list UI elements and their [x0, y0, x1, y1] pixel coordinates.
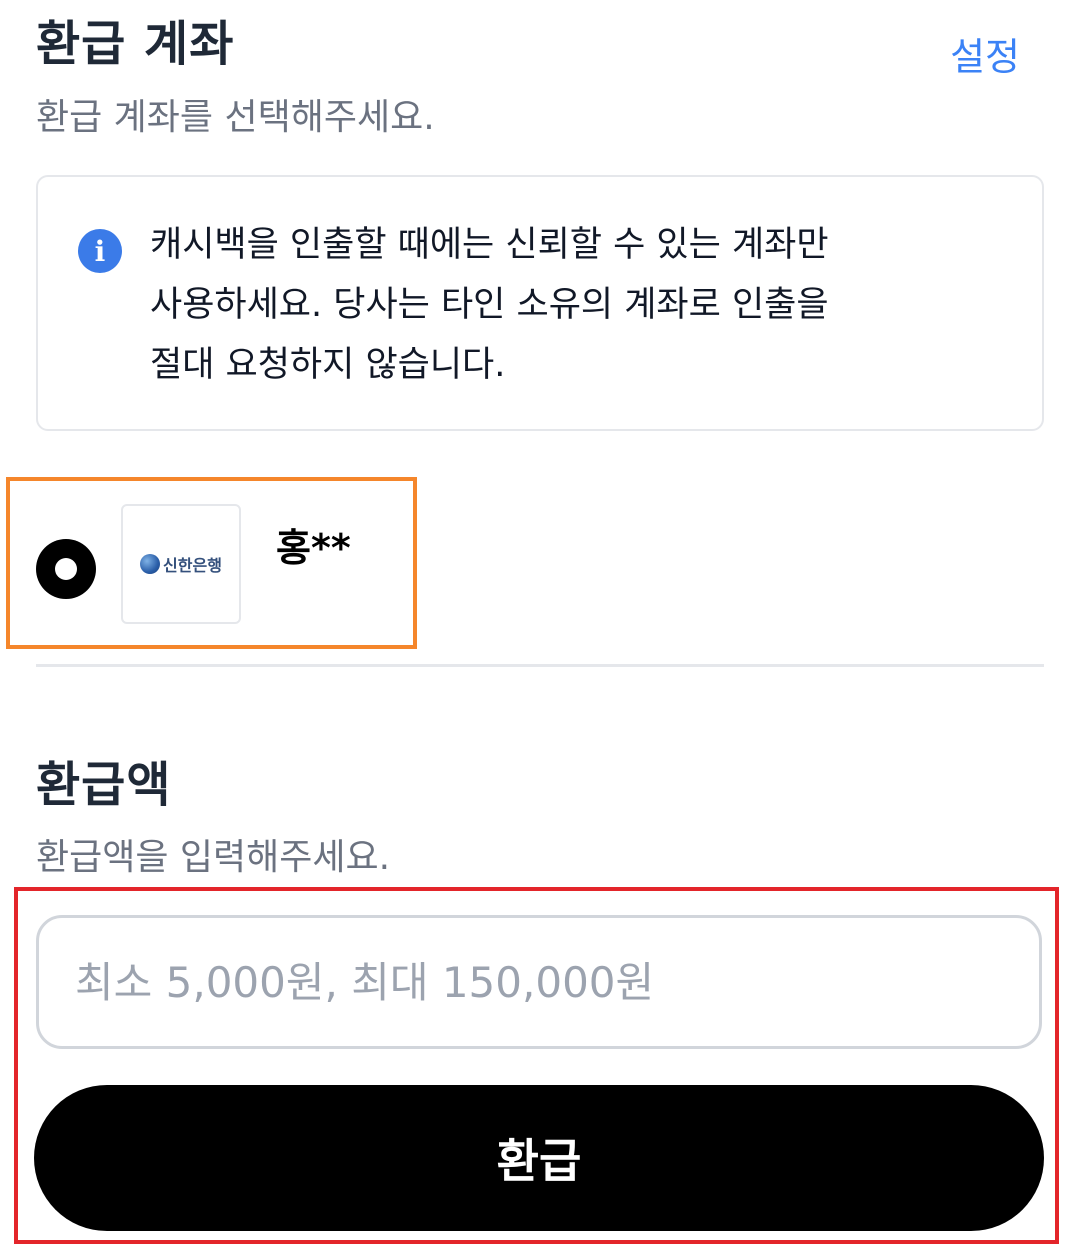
account-option-shinhan[interactable]: 신한은행 홍** [6, 477, 417, 649]
bank-name: 신한은행 [163, 556, 222, 575]
refund-amount-input[interactable] [36, 915, 1042, 1049]
radio-dot [55, 558, 77, 580]
notice-line: 캐시백을 인출할 때에는 신뢰할 수 있는 계좌만 [150, 225, 829, 265]
notice-text: 캐시백을 인출할 때에는 신뢰할 수 있는 계좌만 사용하세요. 당사는 타인 … [150, 215, 970, 395]
refund-account-title: 환급 계좌 [36, 16, 235, 72]
account-radio-selected[interactable] [36, 539, 96, 599]
refund-amount-title: 환급액 [36, 757, 172, 813]
notice-line: 사용하세요. 당사는 타인 소유의 계좌로 인출을 [150, 285, 829, 325]
account-holder-name: 홍** [276, 526, 351, 570]
refund-button[interactable]: 환급 [34, 1085, 1044, 1231]
notice-line: 절대 요청하지 않습니다. [150, 345, 506, 385]
settings-link[interactable]: 설정 [950, 26, 1020, 81]
notice-box: i 캐시백을 인출할 때에는 신뢰할 수 있는 계좌만 사용하세요. 당사는 타… [36, 175, 1044, 431]
bank-emblem-icon [140, 554, 161, 574]
refund-amount-subtitle: 환급액을 입력해주세요. [36, 837, 391, 878]
refund-page: 환급 계좌 설정 환급 계좌를 선택해주세요. i 캐시백을 인출할 때에는 신… [0, 0, 1080, 1258]
info-icon: i [78, 229, 122, 273]
bank-logo: 신한은행 [121, 504, 241, 624]
section-divider [36, 664, 1044, 667]
refund-action-area: 환급 [14, 887, 1059, 1244]
refund-account-subtitle: 환급 계좌를 선택해주세요. [36, 97, 435, 138]
